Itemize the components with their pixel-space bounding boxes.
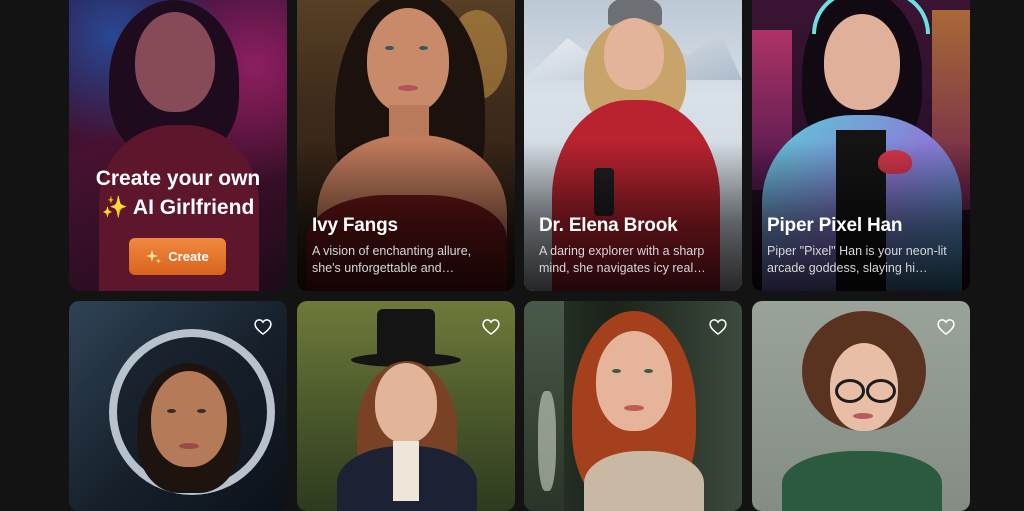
favorite-heart-icon[interactable] — [253, 317, 273, 337]
character-card-ivy-fangs[interactable]: Ivy Fangs A vision of enchanting allure,… — [297, 0, 515, 291]
favorite-heart-icon[interactable] — [708, 317, 728, 337]
character-card-glasses[interactable] — [752, 301, 970, 511]
character-name: Piper Pixel Han — [767, 215, 903, 236]
promo-title-line2-text: AI Girlfriend — [132, 196, 255, 219]
character-description-line: mind, she navigates icy real… — [539, 261, 706, 275]
character-description-line: she's unforgettable and… — [312, 261, 455, 275]
create-girlfriend-card[interactable]: Create your own ✨ AI Girlfriend Create — [69, 0, 287, 291]
character-description-line: Piper "Pixel" Han is your neon-lit — [767, 244, 947, 258]
sparkles-icon — [146, 249, 162, 263]
character-description: A vision of enchanting allure, she's unf… — [312, 243, 502, 277]
character-description-line: arcade goddess, slaying hi… — [767, 261, 928, 275]
promo-title: Create your own ✨ AI Girlfriend — [69, 164, 287, 222]
character-description: A daring explorer with a sharp mind, she… — [539, 243, 729, 277]
promo-title-line1: Create your own — [95, 167, 261, 190]
character-card-piper-pixel-han[interactable]: Piper Pixel Han Piper "Pixel" Han is you… — [752, 0, 970, 291]
character-card-redhead[interactable] — [524, 301, 742, 511]
character-name: Ivy Fangs — [312, 215, 398, 236]
character-description-line: A daring explorer with a sharp — [539, 244, 705, 258]
character-card-astronaut[interactable] — [69, 301, 287, 511]
character-description: Piper "Pixel" Han is your neon-lit arcad… — [767, 243, 957, 277]
character-card-top-hat[interactable] — [297, 301, 515, 511]
promo-title-line2: ✨ AI Girlfriend — [69, 193, 287, 222]
character-card-dr-elena-brook[interactable]: Dr. Elena Brook A daring explorer with a… — [524, 0, 742, 291]
favorite-heart-icon[interactable] — [481, 317, 501, 337]
character-description-line: A vision of enchanting allure, — [312, 244, 472, 258]
create-button[interactable]: Create — [129, 238, 226, 275]
create-button-label: Create — [168, 249, 209, 264]
sparkles-emoji-icon: ✨ — [101, 196, 128, 219]
character-name: Dr. Elena Brook — [539, 215, 678, 236]
favorite-heart-icon[interactable] — [936, 317, 956, 337]
